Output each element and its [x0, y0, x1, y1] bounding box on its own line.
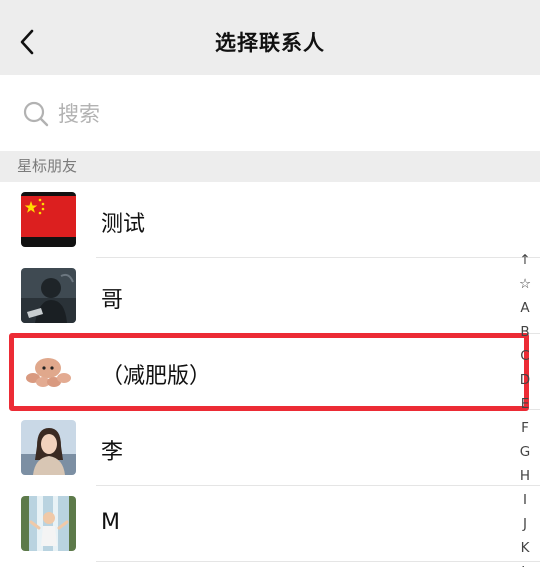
avatar	[21, 420, 76, 475]
avatar	[21, 268, 76, 323]
china-flag-icon	[21, 192, 76, 247]
index-item[interactable]: G	[511, 440, 539, 464]
contact-row[interactable]: 哥	[0, 258, 540, 334]
nav-header: 选择联系人	[0, 0, 540, 75]
index-item[interactable]: I	[511, 488, 539, 512]
search-icon	[23, 101, 49, 127]
avatar	[21, 192, 76, 247]
contact-name: 哥	[101, 288, 124, 313]
woman-portrait-avatar	[21, 420, 76, 475]
octopus-plush-avatar	[21, 344, 76, 399]
divider	[96, 561, 540, 562]
index-item[interactable]: D	[511, 368, 539, 392]
index-item[interactable]: C	[511, 344, 539, 368]
index-item[interactable]: J	[511, 512, 539, 536]
contact-row[interactable]: （减肥版）	[0, 334, 540, 410]
index-item[interactable]: ☆	[511, 272, 539, 296]
contact-row[interactable]: 测试	[0, 182, 540, 258]
contact-name: 测试	[101, 212, 146, 237]
dark-photo-avatar	[21, 268, 76, 323]
index-item[interactable]: E	[511, 392, 539, 416]
avatar	[21, 496, 76, 551]
search-box[interactable]	[22, 96, 492, 132]
index-item[interactable]: L	[511, 560, 539, 567]
avatar	[21, 344, 76, 399]
section-header-starred: 星标朋友	[0, 151, 540, 182]
index-item[interactable]: A	[511, 296, 539, 320]
contact-name: 李	[101, 440, 124, 465]
contact-row[interactable]: 李	[0, 410, 540, 486]
contact-name: M	[101, 510, 120, 535]
index-item[interactable]: ↑	[511, 248, 539, 272]
search-input[interactable]	[58, 102, 458, 126]
contact-list: 测试 哥 （减肥版） 李 M	[0, 182, 540, 562]
index-item[interactable]: B	[511, 320, 539, 344]
page-title: 选择联系人	[215, 31, 325, 55]
search-area	[0, 75, 540, 151]
index-item[interactable]: F	[511, 416, 539, 440]
index-item[interactable]: K	[511, 536, 539, 560]
alphabet-index-bar[interactable]: ↑ ☆ A B C D E F G H I J K L	[511, 248, 539, 567]
index-item[interactable]: H	[511, 464, 539, 488]
contact-row[interactable]: M	[0, 486, 540, 562]
child-waterfall-avatar	[21, 496, 76, 551]
contact-name: （减肥版）	[101, 364, 212, 389]
